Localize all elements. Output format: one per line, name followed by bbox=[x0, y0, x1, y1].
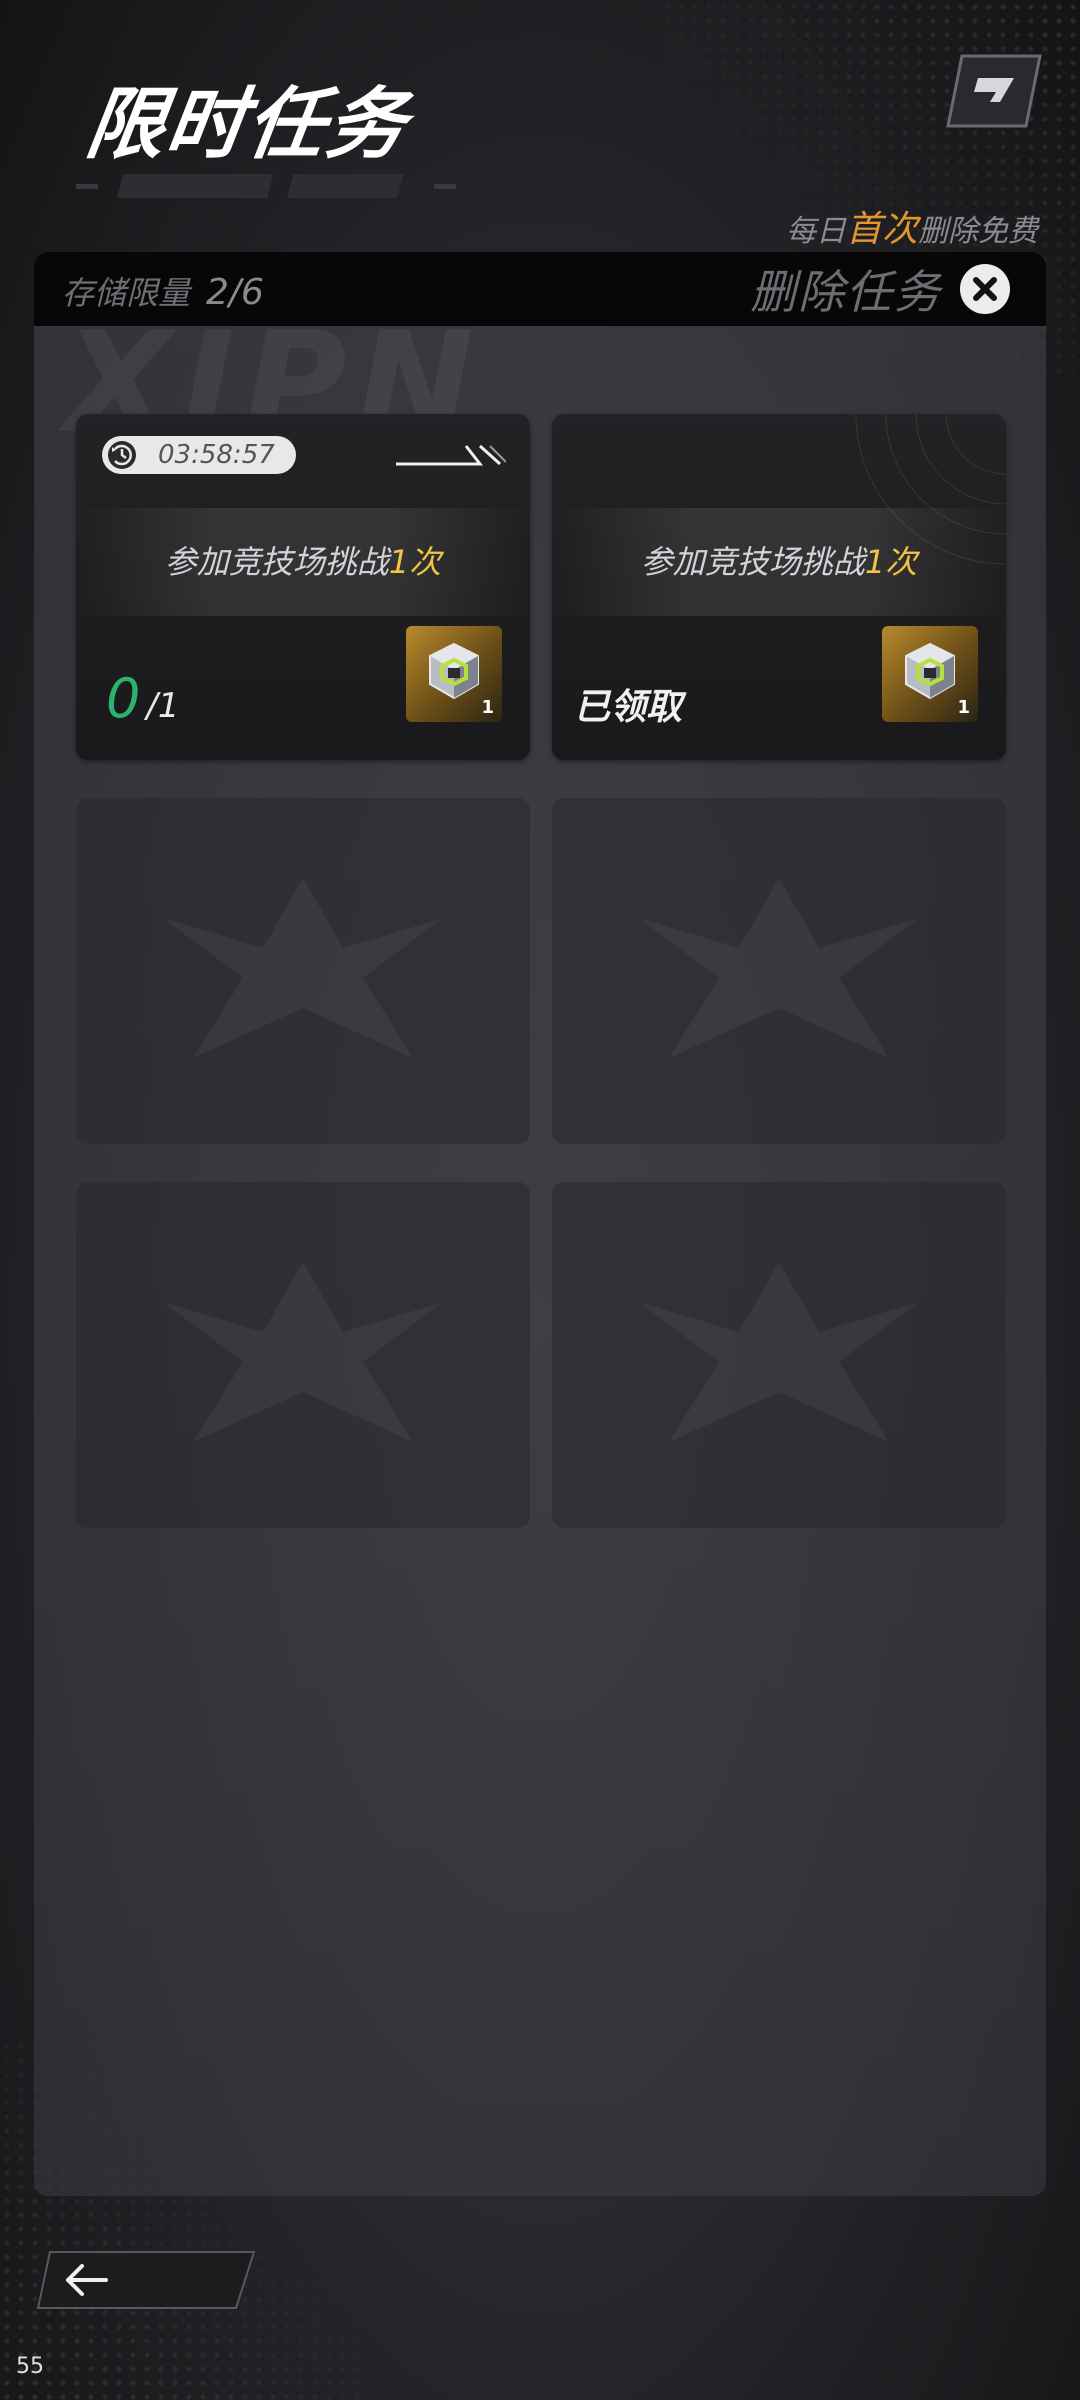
task-description: 参加竞技场挑战1次 bbox=[552, 508, 1006, 616]
close-circle-icon bbox=[960, 264, 1010, 314]
claimed-status: 已领取 bbox=[574, 687, 683, 728]
task-text: 参加竞技场挑战 bbox=[164, 543, 389, 581]
storage-info: 存储限量 2/6 bbox=[62, 268, 264, 314]
task-count: 1次 bbox=[388, 543, 442, 581]
empty-slot-emblem-icon bbox=[163, 878, 443, 1058]
reward-count: 1 bbox=[957, 697, 970, 718]
storage-value: 2/6 bbox=[206, 272, 264, 313]
notice-prefix: 每日 bbox=[785, 214, 846, 249]
empty-task-slot bbox=[76, 1182, 530, 1528]
reward-item[interactable]: 1 bbox=[406, 626, 502, 722]
task-count: 1次 bbox=[864, 543, 918, 581]
task-panel: XIPN 存储限量 2/6 删除任务 03:58:57 参加竞技场挑战1次 0 … bbox=[34, 252, 1046, 2196]
reward-count: 1 bbox=[481, 697, 494, 718]
notice-suffix: 删除免费 bbox=[918, 214, 1038, 249]
task-description: 参加竞技场挑战1次 bbox=[76, 508, 530, 616]
arrow-deco-icon bbox=[396, 444, 506, 466]
corner-menu-icon[interactable] bbox=[944, 52, 1044, 130]
progress-total: /1 bbox=[146, 686, 180, 726]
task-timer: 03:58:57 bbox=[102, 436, 296, 474]
delete-task-label: 删除任务 bbox=[750, 265, 942, 319]
subtitle-decoration bbox=[76, 174, 456, 198]
delete-task-button[interactable]: 删除任务 bbox=[750, 260, 1010, 319]
empty-task-slot bbox=[552, 798, 1006, 1144]
reward-item[interactable]: 1 bbox=[882, 626, 978, 722]
progress-current: 0 bbox=[106, 667, 141, 730]
task-card[interactable]: 03:58:57 参加竞技场挑战1次 0/1 1 bbox=[76, 414, 530, 760]
page-title: 限时任务 bbox=[80, 80, 414, 170]
page-number: 55 bbox=[16, 2354, 44, 2379]
back-button[interactable] bbox=[36, 2250, 256, 2310]
timer-icon bbox=[108, 441, 136, 469]
storage-label: 存储限量 bbox=[62, 274, 191, 312]
panel-header: 存储限量 2/6 删除任务 bbox=[34, 252, 1046, 326]
empty-slot-emblem-icon bbox=[639, 1262, 919, 1442]
empty-task-slot bbox=[76, 798, 530, 1144]
daily-free-delete-notice: 每日首次删除免费 bbox=[786, 200, 1038, 252]
task-card[interactable]: 参加竞技场挑战1次 已领取 1 bbox=[552, 414, 1006, 760]
task-progress: 0/1 bbox=[106, 667, 179, 730]
empty-slot-emblem-icon bbox=[163, 1262, 443, 1442]
task-text: 参加竞技场挑战 bbox=[640, 543, 865, 581]
notice-highlight: 首次 bbox=[845, 209, 918, 250]
empty-slot-emblem-icon bbox=[639, 878, 919, 1058]
timer-value: 03:58:57 bbox=[158, 440, 275, 470]
empty-task-slot bbox=[552, 1182, 1006, 1528]
